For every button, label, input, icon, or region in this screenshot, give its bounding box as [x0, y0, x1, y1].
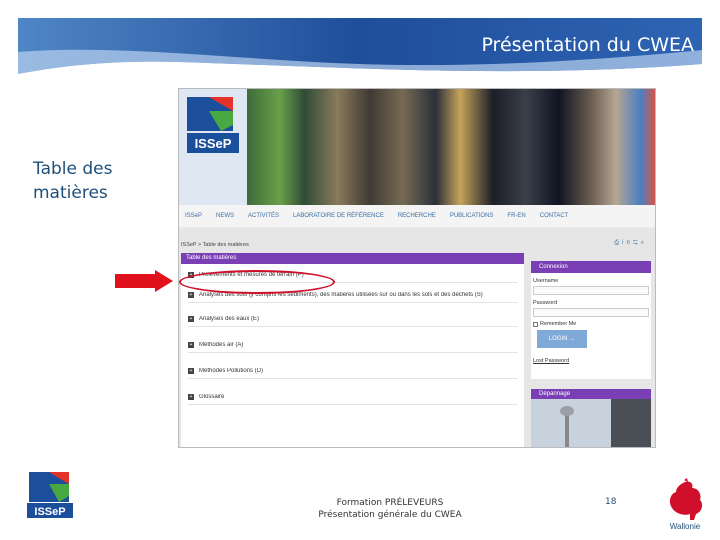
section-title: Table des matières — [33, 159, 113, 203]
username-field[interactable] — [533, 286, 649, 295]
remember-checkbox[interactable] — [533, 321, 538, 327]
expand-icon[interactable]: + — [188, 315, 194, 322]
toc-item-glossaire[interactable]: + Glossaire — [188, 389, 518, 405]
svg-text:ISSeP: ISSeP — [195, 136, 232, 151]
site-content: ISSeP > Table des matières ⎙in⇆⌕ Table d… — [179, 229, 655, 447]
expand-icon[interactable]: + — [188, 367, 194, 374]
nav-item-activites[interactable]: ACTIVITÉS — [248, 213, 279, 219]
login-panel: Connexion Username Password Remember Me … — [531, 261, 651, 379]
svg-text:ISSeP: ISSeP — [34, 506, 65, 518]
issep-footer-logo: ISSeP — [25, 470, 75, 520]
lost-password-link[interactable]: Lost Password — [531, 358, 651, 364]
expand-icon[interactable]: + — [188, 291, 194, 298]
password-field[interactable] — [533, 308, 649, 317]
slide-title: Présentation du CWEA — [481, 34, 694, 56]
toc-item-label: Méthodes air (A) — [199, 341, 244, 348]
wallonie-logo: Wallonie — [660, 478, 710, 536]
footer-line-1: Formation PRÉLEVEURS — [336, 498, 444, 508]
login-header: Connexion — [531, 261, 651, 273]
depannage-panel: Dépannage — [531, 389, 651, 447]
toc-item-pollutions[interactable]: + Méthodes Pollutions (D) — [188, 363, 518, 379]
breadcrumb-bar: ISSeP > Table des matières ⎙in⇆⌕ — [181, 239, 653, 251]
depannage-header: Dépannage — [531, 389, 651, 399]
remember-label: Remember Me — [540, 321, 577, 327]
issep-logo-mark: ISSeP — [179, 89, 247, 205]
toc-item-label: Analyses des eaux (E) — [199, 315, 260, 322]
issep-logo: ISSeP — [179, 89, 247, 205]
login-button[interactable]: LOGIN → — [537, 330, 587, 348]
slide-footer: Formation PRÉLEVEURS Présentation généra… — [290, 497, 490, 521]
pointer-arrow-icon — [115, 270, 173, 292]
wallonie-label: Wallonie — [669, 522, 701, 531]
toc-item-air[interactable]: + Méthodes air (A) — [188, 337, 518, 353]
rooster-icon — [669, 478, 703, 520]
print-icon[interactable]: ⎙ — [614, 240, 622, 246]
nav-item-laboratoire[interactable]: LABORATOIRE DE RÉFÉRENCE — [293, 213, 384, 219]
breadcrumb[interactable]: ISSeP > Table des matières — [181, 242, 249, 248]
footer-line-2: Présentation générale du CWEA — [318, 510, 462, 520]
toc-header: Table des matières — [181, 253, 524, 264]
expand-icon[interactable]: + — [188, 341, 194, 348]
toolbar-icons: ⎙in⇆⌕ — [614, 240, 647, 247]
page-number: 18 — [605, 497, 617, 507]
linkedin-icon[interactable]: in — [622, 240, 633, 246]
username-label: Username — [533, 278, 559, 284]
nav-item-contact[interactable]: CONTACT — [540, 213, 569, 219]
website-screenshot: ISSeP ISSeP NEWS ACTIVITÉS LABORATOIRE D… — [178, 88, 656, 448]
toc-item-eaux[interactable]: + Analyses des eaux (E) — [188, 311, 518, 327]
highlight-circle — [179, 270, 335, 294]
nav-item-language[interactable]: FR-EN — [507, 213, 525, 219]
toc-item-label: Méthodes Pollutions (D) — [199, 367, 264, 374]
hero-photo-strip — [247, 89, 655, 205]
password-label: Password — [533, 300, 558, 306]
nav-item-issep[interactable]: ISSeP — [185, 213, 202, 219]
share-icon[interactable]: ⇆ — [633, 240, 641, 246]
remember-me[interactable]: Remember Me — [531, 321, 651, 327]
nav-item-publications[interactable]: PUBLICATIONS — [450, 213, 494, 219]
depannage-photo — [531, 399, 651, 447]
nav-item-news[interactable]: NEWS — [216, 213, 234, 219]
toc-item-label: Glossaire — [199, 393, 225, 400]
search-icon[interactable]: ⌕ — [641, 240, 647, 246]
expand-icon[interactable]: + — [188, 393, 194, 400]
site-nav: ISSeP NEWS ACTIVITÉS LABORATOIRE DE RÉFÉ… — [179, 205, 655, 227]
site-hero-banner: ISSeP — [179, 89, 655, 205]
nav-item-recherche[interactable]: RECHERCHE — [398, 213, 436, 219]
